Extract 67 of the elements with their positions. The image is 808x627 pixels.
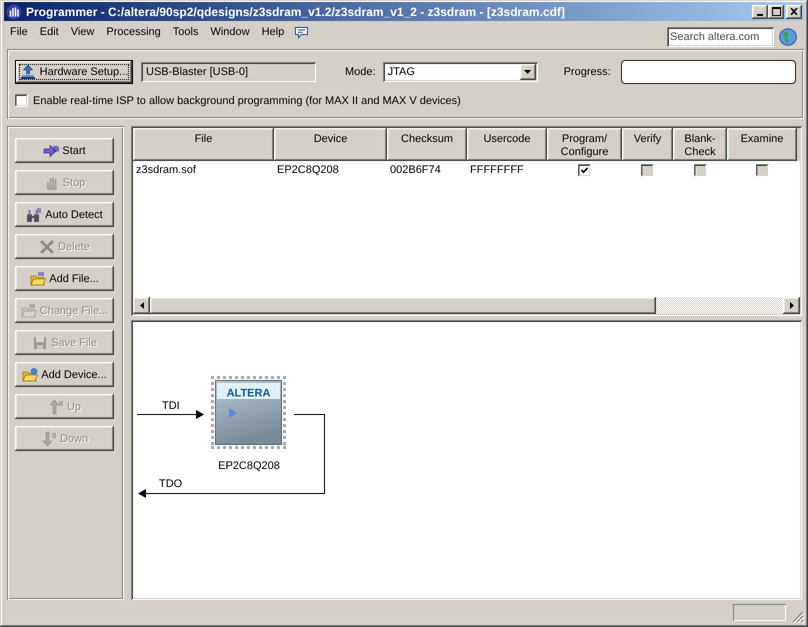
menu-item[interactable]: Tools	[166, 21, 204, 39]
arrow-down-icon	[40, 430, 57, 446]
app-logo-icon	[6, 4, 22, 20]
caret-left-icon	[140, 302, 144, 309]
column-header[interactable]: Program/Configure	[547, 128, 622, 161]
close-button[interactable]	[786, 4, 802, 18]
tdo-label: TDO	[159, 478, 182, 490]
isp-checkbox[interactable]	[15, 94, 28, 107]
table-cell-text: EP2C8Q208	[276, 163, 340, 178]
column-header[interactable]: Checksum	[387, 128, 467, 161]
binoculars-icon	[26, 206, 42, 222]
tdi-arrow	[136, 410, 204, 419]
progress-label: Progress:	[564, 66, 611, 78]
column-header[interactable]: Verify	[622, 128, 673, 161]
folder-icon	[20, 302, 37, 318]
upload-icon	[20, 64, 36, 80]
scroll-left-button[interactable]	[133, 297, 150, 314]
table-cell-text: z3sdram.sof	[135, 163, 197, 178]
auto-detect-button[interactable]: Auto Detect	[15, 202, 114, 227]
hardware-field: USB-Blaster [USB-0]	[141, 62, 316, 82]
maximize-icon	[772, 7, 780, 16]
menu-item[interactable]: Help	[256, 21, 290, 39]
add-device-button[interactable]: Add Device...	[15, 362, 114, 387]
device-chip[interactable]	[211, 376, 286, 449]
table-cell-text: FFFFFFFF	[469, 163, 525, 178]
table-checkbox[interactable]	[578, 164, 591, 176]
minimize-button[interactable]	[752, 4, 768, 18]
cross-icon	[39, 238, 56, 254]
start-button[interactable]: Start	[15, 138, 114, 163]
mode-label: Mode:	[345, 66, 376, 78]
play-icon	[229, 408, 237, 418]
chip-logo: ALTERA	[226, 388, 270, 400]
menu-item[interactable]: View	[64, 21, 100, 39]
folder-icon	[22, 366, 38, 382]
menu-item[interactable]: File	[4, 21, 34, 39]
add-file-button[interactable]: Add File...	[15, 266, 114, 291]
menu-item[interactable]: Edit	[34, 21, 65, 39]
column-header[interactable]: File	[133, 128, 274, 161]
column-header[interactable]: Blank-Check	[673, 128, 727, 161]
resize-grip-icon[interactable]	[792, 611, 804, 623]
menu-item[interactable]: Processing	[100, 21, 167, 39]
column-header[interactable]: Usercode	[467, 128, 547, 161]
device-label: EP2C8Q208	[218, 460, 280, 472]
speech-bubble-icon[interactable]	[294, 26, 310, 39]
arrow-up-icon	[48, 398, 64, 414]
status-panel	[733, 604, 786, 621]
caret-right-icon	[790, 302, 794, 309]
scroll-right-button[interactable]	[783, 297, 800, 314]
table-cell-text: 002B6F74	[389, 163, 442, 178]
dropdown-button[interactable]	[520, 64, 536, 80]
caret-down-icon	[524, 70, 532, 74]
isp-option-label[interactable]: Enable real-time ISP to allow background programming (for MAX II and MAX V devices)	[33, 94, 461, 106]
column-header[interactable]: Device	[274, 128, 387, 161]
arrow-right-icon	[43, 142, 60, 158]
column-header[interactable]: Examine	[727, 128, 797, 161]
menu-item[interactable]: Window	[204, 21, 256, 39]
window-title: Programmer - C:/altera/90sp2/qdesigns/z3sdram_v1.2/z3sdram_v1_2 - z3sdram - [z3sdram.cdf]	[26, 4, 566, 18]
tdi-label: TDI	[162, 400, 180, 412]
folder-icon	[30, 270, 46, 286]
globe-icon[interactable]	[779, 28, 797, 46]
search-field[interactable]: Search altera.com	[667, 27, 774, 47]
scrollbar-thumb[interactable]	[150, 297, 656, 314]
maximize-button[interactable]	[768, 4, 784, 18]
minimize-icon	[757, 14, 763, 16]
mode-dropdown[interactable]: JTAG	[382, 62, 538, 82]
hardware-setup-button[interactable]: Hardware Setup...	[15, 60, 133, 84]
close-icon	[790, 8, 798, 15]
